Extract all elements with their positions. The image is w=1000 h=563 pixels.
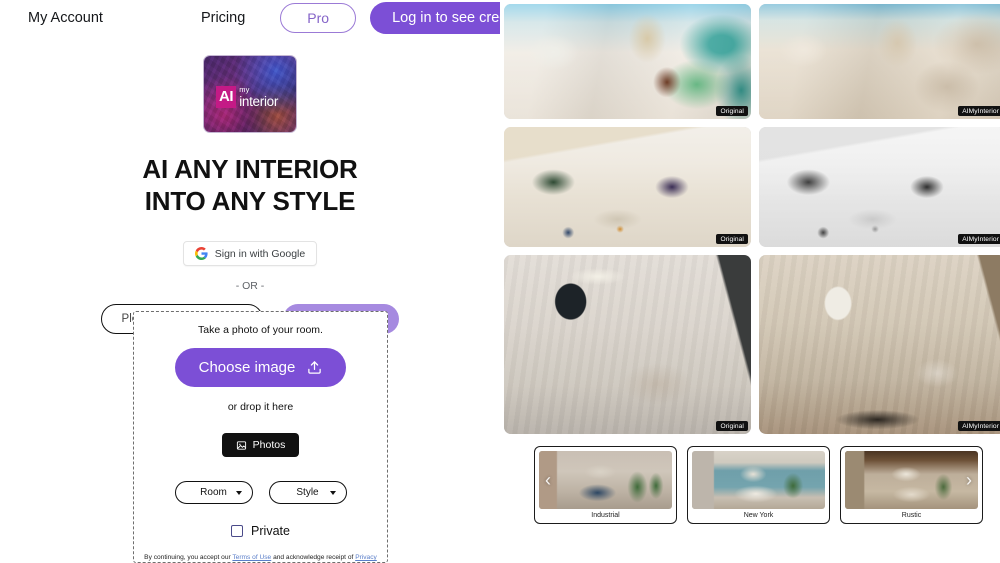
logo-badge: AI my interior [216,86,278,108]
rustic-style-image [845,451,978,509]
badge-original: Original [716,234,748,244]
living-room-result-image [759,127,1000,247]
photos-label: Photos [252,439,286,451]
google-icon [194,247,208,261]
google-signin-wrapper: Sign in with Google [0,241,500,267]
logo-my-text: my [239,85,250,94]
right-panel: Original AIMyInterior Original AIMyInter… [500,0,1000,563]
upload-dropzone[interactable]: Take a photo of your room. Choose image … [133,311,388,563]
gallery-row: Original AIMyInterior [504,255,1000,434]
logo-wrapper: AI my interior [0,56,500,132]
style-card-label: New York [743,512,774,519]
logo-interior-text: interior [239,93,279,109]
badge-original: Original [716,106,748,116]
badge-aimyinterior: AIMyInterior [958,106,1000,116]
gallery-tile-result[interactable]: AIMyInterior [759,127,1000,247]
concrete-room-original-image [504,255,751,434]
style-thumb [692,451,825,509]
private-label: Private [251,524,290,538]
top-navigation: My Account Pricing Pro Log in to see cre… [0,0,500,36]
login-credits-button[interactable]: Log in to see credits! [370,2,500,34]
nav-my-account[interactable]: My Account [28,10,103,26]
headline-line-1: AI ANY INTERIOR [142,154,358,184]
upload-icon [308,361,322,374]
showroom-result-image [759,4,1000,119]
logo-ai-text: AI [216,86,237,108]
style-select[interactable]: Style [268,481,347,504]
terms-pre: By continuing, you accept our [144,554,233,561]
industrial-style-image [539,451,672,509]
google-signin-label: Sign in with Google [214,247,306,260]
room-select[interactable]: Room [174,481,253,504]
selectors-row: Room Style [134,481,387,504]
new-york-style-image [692,451,825,509]
style-thumb: › [845,451,978,509]
logo-words: my interior [239,86,278,108]
gallery-row: Original AIMyInterior [504,127,1000,247]
private-checkbox[interactable] [231,525,244,537]
gallery-tile-original[interactable]: Original [504,255,751,434]
living-room-original-image [504,127,751,247]
carousel-next-icon[interactable]: › [966,471,972,489]
or-divider: - OR - [235,280,265,293]
showroom-original-image [504,4,751,119]
drop-hint: or drop it here [227,401,294,413]
style-carousel: ‹ Industrial New York › Rustic [500,442,1000,524]
concrete-room-result-image [759,255,1000,434]
gallery-tile-original[interactable]: Original [504,4,751,119]
badge-aimyinterior: AIMyInterior [958,421,1000,431]
photo-icon [236,440,246,450]
google-signin-button[interactable]: Sign in with Google [182,241,318,267]
style-card-label: Rustic [901,512,922,519]
dropzone-title: Take a photo of your room. [198,324,323,336]
gallery-row: Original AIMyInterior [504,4,1000,119]
badge-aimyinterior: AIMyInterior [958,234,1000,244]
terms-mid: and acknowledge receipt of [271,554,356,561]
style-card-industrial[interactable]: ‹ Industrial [534,446,677,524]
style-card-new-york[interactable]: New York [687,446,830,524]
choose-image-label: Choose image [198,359,296,376]
carousel-prev-icon[interactable]: ‹ [545,471,551,489]
examples-gallery: Original AIMyInterior Original AIMyInter… [500,0,1000,434]
headline-line-2: INTO ANY STYLE [144,185,356,216]
nav-pricing[interactable]: Pricing [201,10,245,26]
chevron-down-icon [235,490,242,495]
gallery-tile-result[interactable]: AIMyInterior [759,4,1000,119]
left-panel: My Account Pricing Pro Log in to see cre… [0,0,500,563]
choose-image-button[interactable]: Choose image [174,348,347,387]
style-card-rustic[interactable]: › Rustic [840,446,983,524]
style-select-label: Style [296,487,319,498]
style-thumb: ‹ [539,451,672,509]
chevron-down-icon [329,490,336,495]
photos-button[interactable]: Photos [221,433,300,457]
gallery-tile-result[interactable]: AIMyInterior [759,255,1000,434]
terms-of-use-link[interactable]: Terms of Use [232,554,271,561]
page-title: AI ANY INTERIOR INTO ANY STYLE [0,154,500,217]
app-root: My Account Pricing Pro Log in to see cre… [0,0,1000,563]
gallery-tile-original[interactable]: Original [504,127,751,247]
terms-text: By continuing, you accept our Terms of U… [134,553,387,563]
pro-button[interactable]: Pro [280,3,357,33]
badge-original: Original [716,421,748,431]
style-card-label: Industrial [591,512,620,519]
private-row: Private [134,524,387,538]
aimyinterior-logo[interactable]: AI my interior [204,56,296,132]
room-select-label: Room [200,487,227,498]
